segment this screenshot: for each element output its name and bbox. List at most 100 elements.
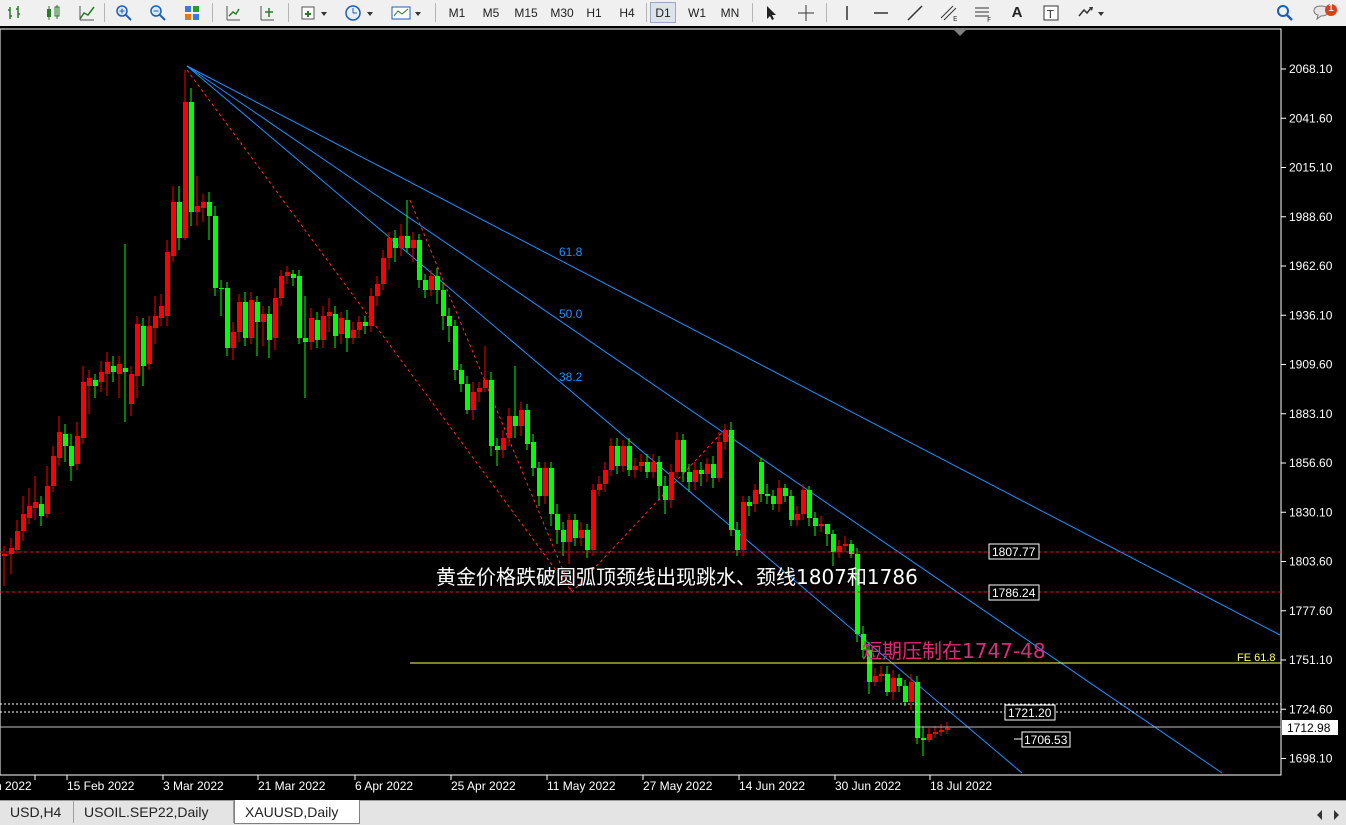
- cursor-icon[interactable]: [760, 2, 782, 23]
- candle-body: [297, 276, 302, 338]
- timeframe-m15[interactable]: M15: [509, 2, 543, 23]
- candle-body: [357, 322, 362, 330]
- price-tick-label: 1936.10: [1289, 308, 1333, 322]
- text-tool[interactable]: A: [1006, 2, 1028, 23]
- date-tick-label: 25 Apr 2022: [451, 779, 516, 793]
- candle-body: [555, 514, 560, 530]
- price-tick-label: 1803.60: [1289, 555, 1333, 569]
- candle-body: [261, 314, 266, 322]
- chart-shift-icon[interactable]: [256, 2, 278, 23]
- candle-body: [219, 288, 224, 289]
- candle-body: [63, 434, 68, 446]
- candle-body: [477, 388, 482, 392]
- candle-body: [183, 102, 188, 238]
- price-tick-label: 2068.10: [1289, 62, 1333, 76]
- price-label-1807: 1807.77: [992, 545, 1036, 559]
- candle-body: [771, 496, 776, 504]
- candle-body: [879, 674, 884, 676]
- indicators-dropdown-icon[interactable]: [298, 2, 332, 23]
- candle-body: [561, 530, 566, 542]
- line-chart-icon[interactable]: [76, 2, 98, 23]
- chart-tabs: USD,H4 USOIL.SEP22,Daily XAUUSD,Daily: [0, 800, 1346, 825]
- main-toolbar: M1 M5 M15 M30 H1 H4 D1 W1 MN E F A T 1: [0, 0, 1346, 27]
- candle-body: [273, 298, 278, 338]
- candle-body: [195, 206, 200, 212]
- arrows-dropdown-icon[interactable]: [1074, 2, 1110, 23]
- svg-text:T: T: [1046, 8, 1054, 21]
- candle-body: [411, 240, 416, 248]
- timeframe-w1[interactable]: W1: [684, 2, 710, 23]
- candle-body: [147, 326, 152, 364]
- price-label-1706: 1706.53: [1024, 733, 1068, 747]
- candle-body: [693, 470, 698, 482]
- timeframe-mn[interactable]: MN: [716, 2, 744, 23]
- crosshair-icon[interactable]: [795, 2, 817, 23]
- tab-scroll-left-icon[interactable]: [1314, 804, 1326, 825]
- timeframe-m1[interactable]: M1: [443, 2, 471, 23]
- candle-body: [483, 380, 488, 388]
- search-icon[interactable]: [1274, 2, 1296, 23]
- candle-body: [669, 472, 674, 500]
- candle-body: [873, 676, 878, 682]
- candle-body: [231, 332, 236, 348]
- candle-body: [705, 464, 710, 474]
- tab-usoil-daily[interactable]: USOIL.SEP22,Daily: [74, 801, 234, 823]
- candle-body: [51, 456, 56, 486]
- vertical-line-icon[interactable]: [836, 2, 858, 23]
- equidistant-channel-icon[interactable]: E: [937, 2, 961, 23]
- candle-body: [453, 326, 458, 370]
- price-tick-label: 1830.10: [1289, 505, 1333, 519]
- tile-windows-icon[interactable]: [181, 2, 203, 23]
- candle-body: [525, 410, 530, 444]
- tab-usd-h4[interactable]: USD,H4: [0, 801, 74, 823]
- candle-body: [657, 462, 662, 486]
- text-label-icon[interactable]: T: [1040, 2, 1062, 23]
- tab-scroll-right-icon[interactable]: [1330, 804, 1342, 825]
- candle-body: [573, 520, 578, 538]
- candle-body: [465, 384, 470, 410]
- date-tick-label: 11 May 2022: [547, 779, 616, 793]
- candle-body: [99, 372, 104, 382]
- autoscroll-icon[interactable]: [222, 2, 244, 23]
- candle-body: [711, 464, 716, 478]
- candle-body: [333, 314, 338, 336]
- fib-label-618: 61.8: [559, 245, 583, 259]
- candle-body: [507, 416, 512, 438]
- candle-body: [741, 502, 746, 550]
- current-price: 1712.98: [1287, 721, 1331, 735]
- price-tick-label: 1909.60: [1289, 358, 1333, 372]
- candle-body: [609, 446, 614, 470]
- fibonacci-icon[interactable]: F: [971, 2, 995, 23]
- candle-body: [795, 514, 800, 520]
- candle-body: [729, 430, 734, 530]
- candle-body: [639, 462, 644, 466]
- candle-body: [81, 382, 86, 438]
- timeframe-m30[interactable]: M30: [545, 2, 579, 23]
- templates-dropdown-icon[interactable]: [388, 2, 426, 23]
- notifications-icon[interactable]: 1: [1310, 2, 1340, 23]
- candle-body: [885, 674, 890, 692]
- timeframe-d1[interactable]: D1: [650, 2, 676, 23]
- candle-body: [543, 468, 548, 496]
- trendline-icon[interactable]: [904, 2, 926, 23]
- price-tick-label: 1724.60: [1289, 702, 1333, 716]
- tab-xauusd-daily[interactable]: XAUUSD,Daily: [234, 800, 360, 824]
- horizontal-line-icon[interactable]: [870, 2, 892, 23]
- bar-chart-icon[interactable]: [4, 2, 26, 23]
- timeframe-h1[interactable]: H1: [581, 2, 607, 23]
- candle-body: [33, 502, 38, 508]
- candle-body: [675, 440, 680, 472]
- candle-body: [129, 374, 134, 404]
- candle-body: [399, 236, 404, 248]
- candle-body: [339, 318, 344, 334]
- zoom-in-icon[interactable]: [113, 2, 135, 23]
- timeframe-h4[interactable]: H4: [614, 2, 640, 23]
- zoom-out-icon[interactable]: [147, 2, 169, 23]
- timeframe-m5[interactable]: M5: [477, 2, 505, 23]
- candlestick-chart-icon[interactable]: [42, 2, 64, 23]
- candle-body: [141, 326, 146, 366]
- price-chart[interactable]: 2068.10 2041.60 2015.10 1988.60 1962.60 1936.…: [0, 26, 1346, 800]
- candle-body: [393, 238, 398, 248]
- periods-clock-icon[interactable]: [342, 2, 378, 23]
- candle-body: [933, 732, 938, 734]
